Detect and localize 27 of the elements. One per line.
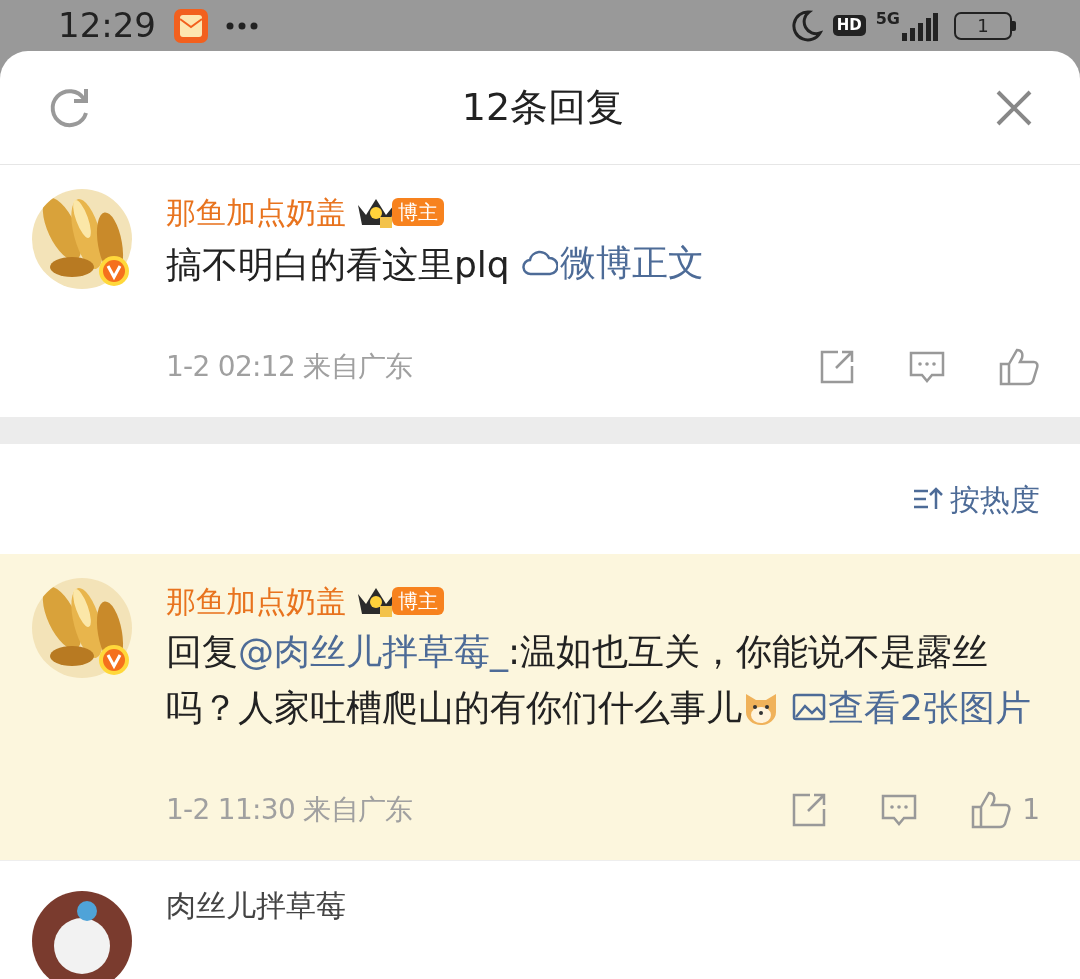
username[interactable]: 那鱼加点奶盖	[166, 189, 346, 235]
more-icon	[226, 21, 258, 30]
signal-icon	[902, 12, 938, 41]
timestamp: 1-2 02:12 来自广东	[166, 349, 413, 385]
timestamp: 1-2 11:30 来自广东	[166, 792, 413, 828]
cloud-icon	[521, 249, 558, 277]
like-icon[interactable]	[970, 790, 1013, 830]
sort-button[interactable]: 按热度	[912, 476, 1040, 522]
view-images-link[interactable]: 查看2张图片	[792, 687, 1031, 728]
weibo-post-link[interactable]: 微博正文	[521, 235, 704, 291]
image-icon	[792, 692, 826, 722]
network-type: 5G	[875, 10, 900, 27]
blogger-badge: 博主	[392, 587, 444, 615]
clock: 12:29	[58, 4, 156, 47]
hd-indicator: HD	[832, 15, 866, 36]
like-icon[interactable]	[998, 347, 1040, 387]
share-icon[interactable]	[818, 348, 856, 386]
comment-text: 回复@肉丝儿拌草莓_:温如也互关，你能说不是露丝吗？人家吐槽爬山的有你们什么事儿 查看2张图片	[166, 630, 1032, 730]
comment-text: 搞不明白的看这里plq 微博正文	[166, 235, 1040, 293]
mention-link[interactable]: @肉丝儿拌草莓_	[238, 631, 508, 672]
blogger-badge: 博主	[392, 198, 444, 226]
username[interactable]: 那鱼加点奶盖	[166, 578, 346, 624]
sheet-title: 12条回复	[461, 84, 625, 131]
envelope-icon	[174, 8, 208, 43]
username[interactable]: 肉丝儿拌草莓	[166, 891, 346, 979]
like-count: 1	[1022, 792, 1040, 828]
battery-indicator: 1	[954, 11, 1012, 40]
